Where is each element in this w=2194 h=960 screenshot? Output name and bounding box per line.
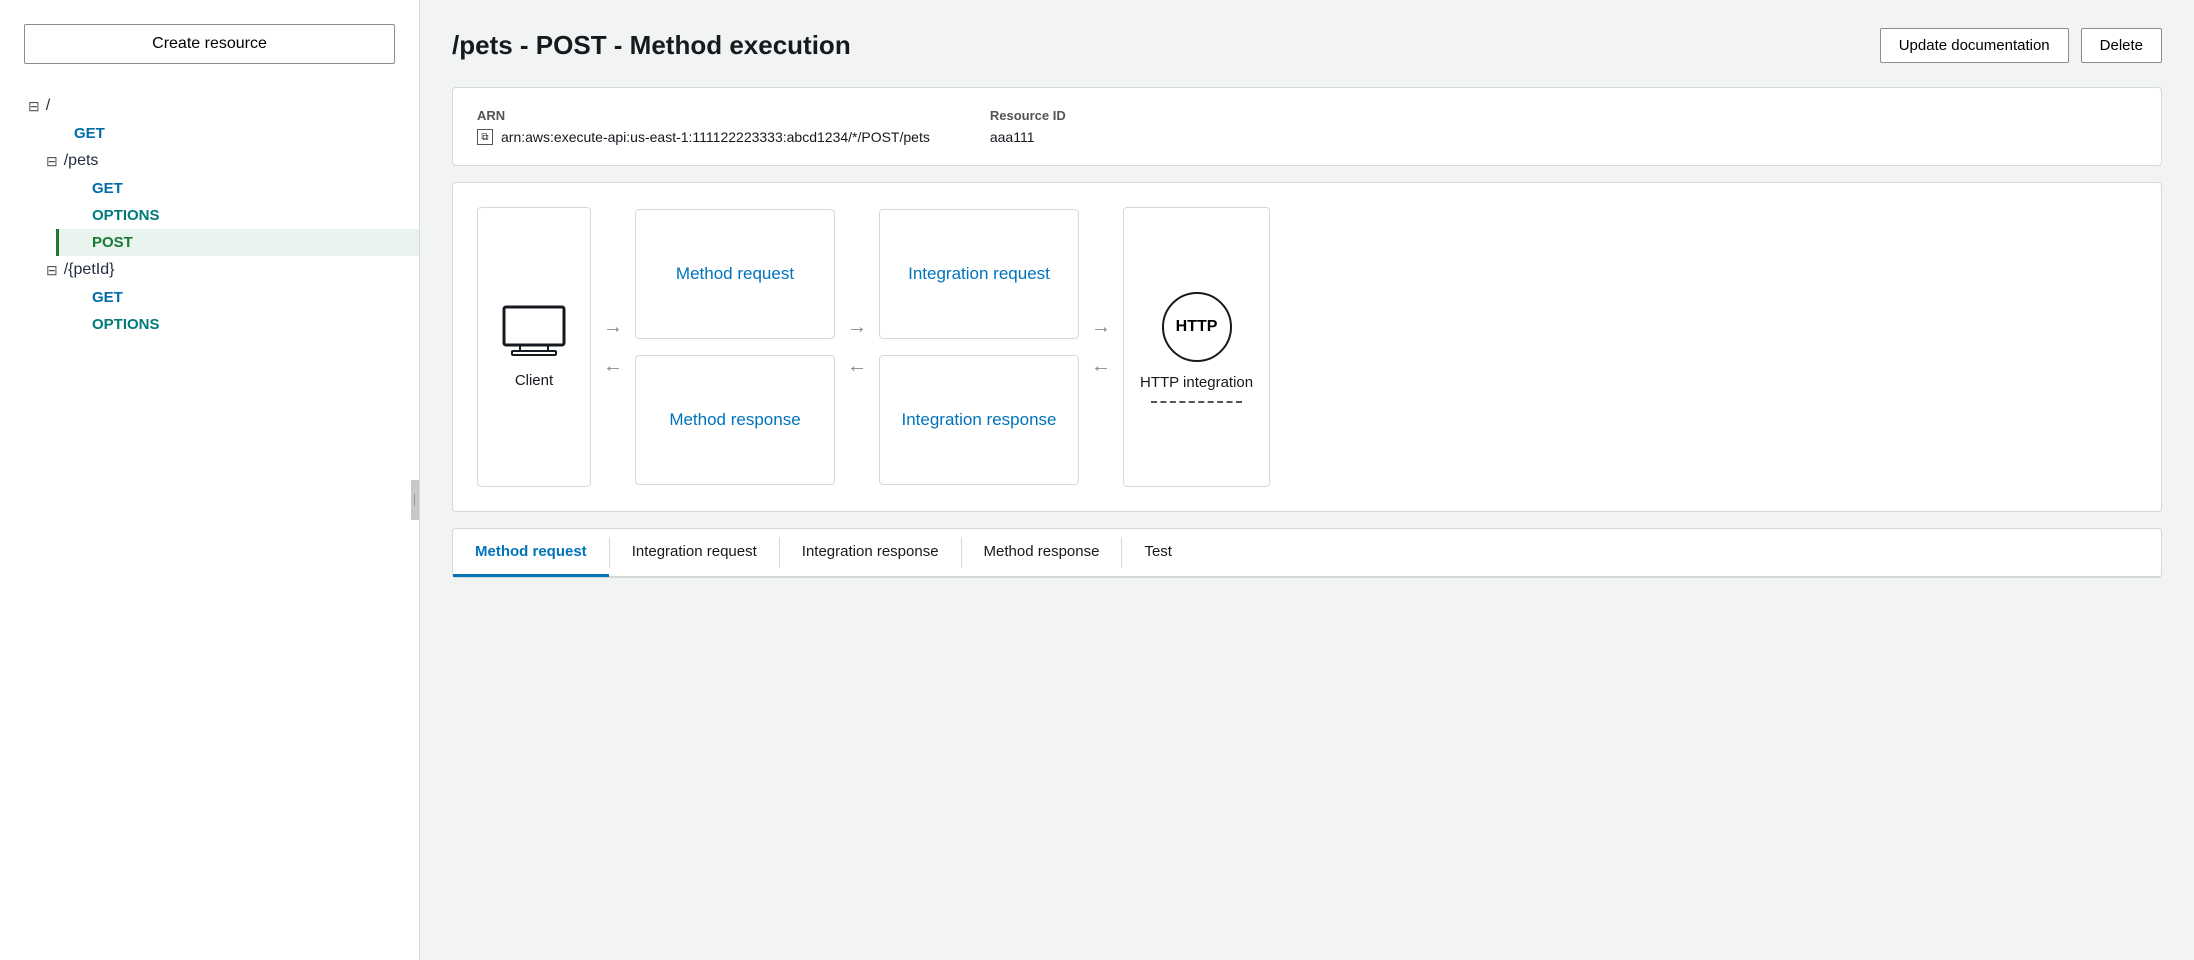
method-column: Method request Method response — [635, 209, 835, 485]
http-circle: HTTP — [1162, 292, 1232, 362]
tree-method-pets-get[interactable]: GET — [56, 175, 419, 202]
arn-value: arn:aws:execute-api:us-east-1:1111222233… — [501, 129, 930, 145]
integration-response-box[interactable]: Integration response — [879, 355, 1079, 485]
arrow-right-3: → — [1091, 316, 1111, 339]
tree-pets-children: GET OPTIONS POST — [38, 175, 419, 256]
http-label: HTTP integration — [1140, 372, 1253, 393]
integration-request-box[interactable]: Integration request — [879, 209, 1079, 339]
arrow-right-2: → — [847, 316, 867, 339]
header-buttons: Update documentation Delete — [1880, 28, 2162, 63]
tree-method-root-get[interactable]: GET — [38, 120, 419, 147]
execution-diagram-panel: Client → ← Method request Method respons… — [452, 182, 2162, 512]
arn-row: ⧉ arn:aws:execute-api:us-east-1:11112222… — [477, 129, 930, 145]
resource-id-field: Resource ID aaa111 — [990, 108, 1066, 145]
tab-integration-request[interactable]: Integration request — [610, 529, 779, 577]
tab-method-request[interactable]: Method request — [453, 529, 609, 577]
tree-item-pets[interactable]: ⊟ /pets — [38, 147, 419, 175]
create-resource-button[interactable]: Create resource — [24, 24, 395, 64]
arrow-left-3: ← — [1091, 355, 1111, 378]
tab-test[interactable]: Test — [1122, 529, 1194, 577]
integration-column: Integration request Integration response — [879, 209, 1079, 485]
resource-id-label: Resource ID — [990, 108, 1066, 123]
tree-petid-label: /{petId} — [64, 261, 115, 279]
sidebar-drag-handle[interactable]: │ — [411, 480, 419, 520]
arn-label: ARN — [477, 108, 930, 123]
client-arrows: → ← — [591, 316, 635, 378]
tab-method-response[interactable]: Method response — [962, 529, 1122, 577]
client-icon — [502, 305, 566, 362]
client-label: Client — [515, 372, 553, 389]
method-request-link[interactable]: Method request — [676, 264, 794, 284]
tab-integration-response[interactable]: Integration response — [780, 529, 961, 577]
tree-method-pets-options[interactable]: OPTIONS — [56, 202, 419, 229]
integration-http-arrows: → ← — [1079, 316, 1123, 378]
arrow-left-2: ← — [847, 355, 867, 378]
arrow-right-1: → — [603, 316, 623, 339]
main-content: /pets - POST - Method execution Update d… — [420, 0, 2194, 960]
tabs-panel: Method request Integration request Integ… — [452, 528, 2162, 578]
method-request-box[interactable]: Method request — [635, 209, 835, 339]
integration-response-link[interactable]: Integration response — [902, 410, 1057, 430]
http-integration-box[interactable]: HTTP HTTP integration — [1123, 207, 1270, 487]
tree-method-petid-get[interactable]: GET — [56, 284, 419, 311]
delete-button[interactable]: Delete — [2081, 28, 2162, 63]
page-title: /pets - POST - Method execution — [452, 30, 851, 61]
arn-field: ARN ⧉ arn:aws:execute-api:us-east-1:1111… — [477, 108, 930, 145]
tree-petid-children: GET OPTIONS — [38, 284, 419, 338]
resource-tree: ⊟ / GET ⊟ /pets GET OPTIONS POST ⊟ /{pet… — [0, 92, 419, 960]
update-documentation-button[interactable]: Update documentation — [1880, 28, 2069, 63]
client-box: Client — [477, 207, 591, 487]
tree-item-root[interactable]: ⊟ / — [20, 92, 419, 120]
minus-square-icon-pets: ⊟ — [46, 153, 58, 170]
copy-icon[interactable]: ⧉ — [477, 129, 493, 145]
method-response-link[interactable]: Method response — [669, 410, 800, 430]
tree-root-label: / — [46, 97, 50, 115]
diagram: Client → ← Method request Method respons… — [477, 207, 2137, 487]
tree-item-petid[interactable]: ⊟ /{petId} — [38, 256, 419, 284]
tree-pets-label: /pets — [64, 152, 99, 170]
http-dashed-line — [1151, 401, 1241, 403]
minus-square-icon-petid: ⊟ — [46, 262, 58, 279]
method-integration-arrows: → ← — [835, 316, 879, 378]
minus-square-icon: ⊟ — [28, 98, 40, 115]
tree-method-pets-post[interactable]: POST — [56, 229, 419, 256]
integration-request-link[interactable]: Integration request — [908, 264, 1050, 284]
method-response-box[interactable]: Method response — [635, 355, 835, 485]
resource-id-value: aaa111 — [990, 129, 1066, 145]
arrow-left-1: ← — [603, 355, 623, 378]
tree-method-petid-options[interactable]: OPTIONS — [56, 311, 419, 338]
tree-root-children: GET ⊟ /pets GET OPTIONS POST ⊟ /{petId} … — [20, 120, 419, 338]
page-header: /pets - POST - Method execution Update d… — [452, 28, 2162, 63]
tabs-bar: Method request Integration request Integ… — [453, 529, 2161, 577]
sidebar: Create resource ⊟ / GET ⊟ /pets GET OPTI… — [0, 0, 420, 960]
info-panel: ARN ⧉ arn:aws:execute-api:us-east-1:1111… — [452, 87, 2162, 166]
